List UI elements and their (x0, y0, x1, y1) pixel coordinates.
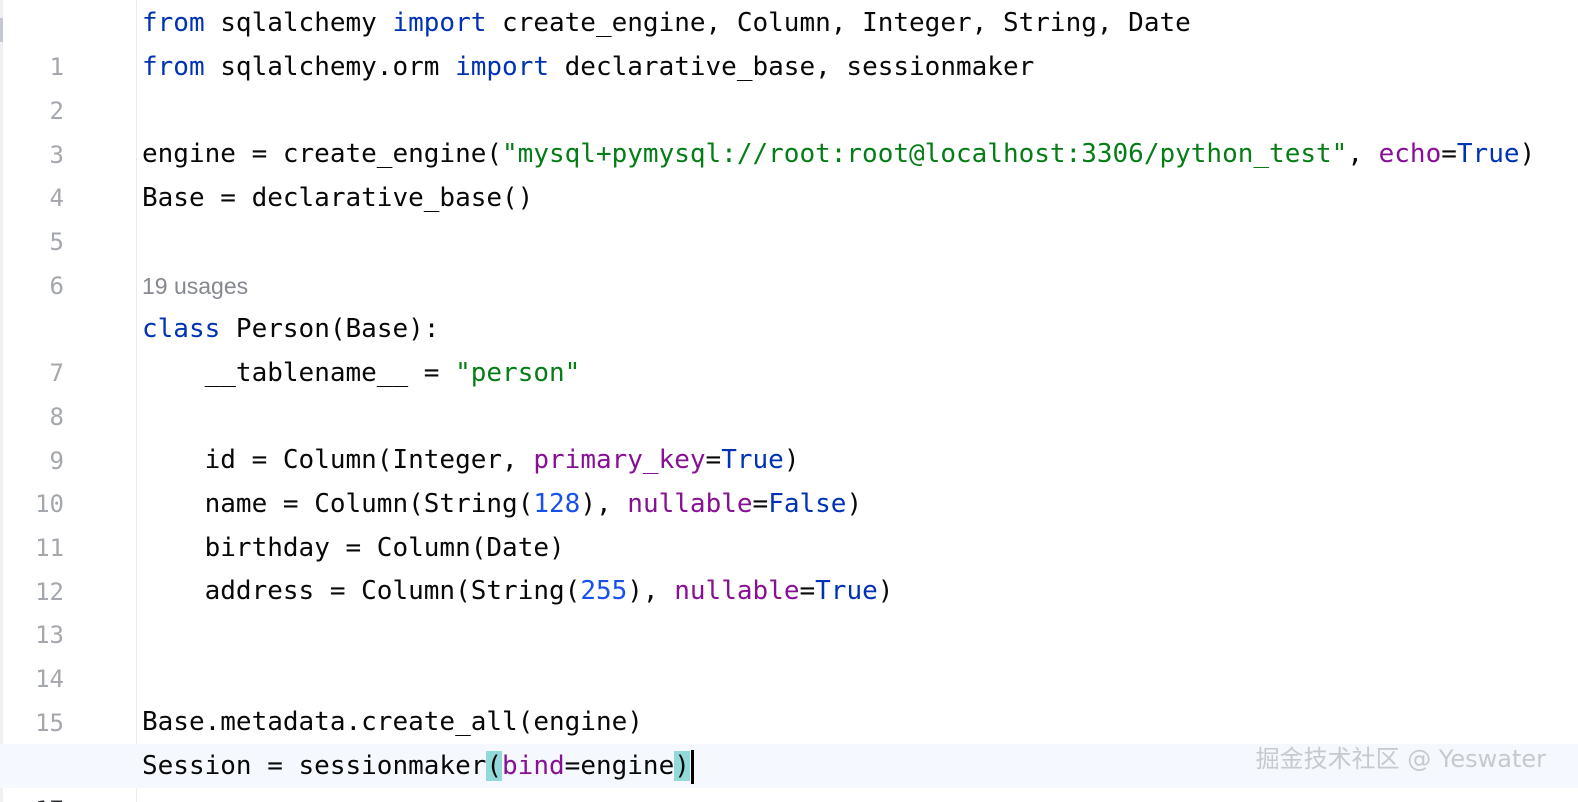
matched-bracket-open: ( (486, 751, 503, 781)
keyword: import (455, 52, 549, 82)
code-line-13[interactable]: 13 address = Column(String(255), nullabl… (0, 569, 1578, 649)
code-segment: = (564, 751, 581, 781)
code-text[interactable]: Base = declarative_base() (142, 176, 533, 220)
module-name: sqlalchemy (204, 8, 393, 38)
code-segment: ) (783, 445, 800, 475)
code-line-6[interactable]: 6 (0, 220, 1578, 300)
code-text[interactable]: engine = create_engine("mysql+pymysql://… (142, 132, 1535, 176)
code-line-15[interactable]: 15 (0, 657, 1578, 737)
code-text[interactable]: birthday = Column(Date) (142, 526, 565, 570)
code-segment: name = Column(String( (204, 489, 534, 519)
code-line-16[interactable]: 16 Base.metadata.create_all(engine) (0, 700, 1578, 780)
code-segment: Session = sessionmaker (142, 751, 487, 781)
code-segment: = (799, 576, 816, 606)
code-segment: birthday = Column(Date) (204, 533, 565, 563)
code-editor[interactable]: 1 from sqlalchemy import create_engine, … (0, 0, 1578, 802)
code-segment: ), (580, 489, 628, 519)
number-literal: 255 (580, 576, 628, 606)
parameter-name: echo (1378, 139, 1442, 169)
string-literal: "person" (455, 358, 581, 388)
parameter-name: primary_key (533, 445, 706, 475)
matched-bracket-close: ) (674, 751, 690, 781)
import-list: declarative_base, sessionmaker (549, 52, 1035, 82)
line-number[interactable]: 17 (0, 788, 64, 802)
class-declaration: Person(Base): (220, 314, 440, 344)
parameter-name: bind (502, 751, 565, 781)
string-literal: "mysql+pymysql://root:root@localhost:330… (502, 139, 1348, 169)
code-text[interactable]: from sqlalchemy.orm import declarative_b… (142, 45, 1034, 89)
module-name: sqlalchemy.orm (204, 52, 456, 82)
code-segment: engine (580, 751, 675, 781)
keyword: True (815, 576, 878, 606)
code-segment: ) (846, 489, 863, 519)
code-text[interactable]: Base.metadata.create_all(engine) (142, 700, 643, 744)
watermark: 掘金技术社区 @ Yeswater (1255, 745, 1546, 773)
code-line-10[interactable]: 10 id = Column(Integer, primary_key=True… (0, 438, 1578, 518)
code-segment: = (1441, 139, 1457, 169)
code-segment: ) (1519, 139, 1536, 169)
keyword: True (721, 445, 784, 475)
code-text[interactable]: from sqlalchemy import create_engine, Co… (142, 1, 1191, 45)
code-text[interactable]: Session = sessionmaker(bind=engine) (142, 744, 694, 788)
code-segment: engine = create_engine( (142, 139, 503, 169)
keyword: import (392, 8, 487, 38)
code-line-14[interactable]: 14 (0, 613, 1578, 693)
keyword: class (142, 314, 221, 344)
keyword: False (768, 489, 847, 519)
code-segment: id = Column(Integer, (204, 445, 534, 475)
code-line-4[interactable]: 4 engine = create_engine("mysql+pymysql:… (0, 132, 1578, 212)
keyword: True (1456, 139, 1520, 169)
keyword: from (142, 52, 205, 82)
number-literal: 128 (533, 489, 581, 519)
code-segment: = (705, 445, 722, 475)
code-line-9[interactable]: 9 (0, 395, 1578, 475)
code-text[interactable]: address = Column(String(255), nullable=T… (142, 569, 894, 613)
code-segment: __tablename__ = (204, 358, 456, 388)
code-segment: , (1347, 139, 1379, 169)
code-line-11[interactable]: 11 name = Column(String(128), nullable=F… (0, 482, 1578, 562)
code-segment: ) (877, 576, 894, 606)
import-list: create_engine, Column, Integer, String, … (486, 8, 1191, 38)
keyword: from (142, 8, 205, 38)
code-line-3[interactable]: 3 (0, 89, 1578, 169)
code-line-5[interactable]: 5 Base = declarative_base() (0, 176, 1578, 256)
code-text[interactable]: __tablename__ = "person" (142, 351, 581, 395)
code-line-8[interactable]: 8 __tablename__ = "person" (0, 351, 1578, 431)
usages-hint[interactable]: 19 usages (142, 264, 248, 308)
code-line-1[interactable]: 1 from sqlalchemy import create_engine, … (0, 1, 1578, 81)
code-text[interactable]: name = Column(String(128), nullable=Fals… (142, 482, 863, 526)
parameter-name: nullable (674, 576, 800, 606)
code-line-12[interactable]: 12 birthday = Column(Date) (0, 526, 1578, 606)
code-segment: ), (627, 576, 675, 606)
code-text[interactable]: id = Column(Integer, primary_key=True) (142, 438, 800, 482)
parameter-name: nullable (627, 489, 753, 519)
code-segment: address = Column(String( (204, 576, 581, 606)
text-caret (690, 749, 694, 784)
usages-hint-row: 19 usages (0, 264, 1578, 308)
code-line-7[interactable]: 7 class Person(Base): (0, 307, 1578, 387)
code-segment: = (752, 489, 769, 519)
code-line-2[interactable]: 2 from sqlalchemy.orm import declarative… (0, 45, 1578, 125)
code-text[interactable]: class Person(Base): (142, 307, 439, 351)
